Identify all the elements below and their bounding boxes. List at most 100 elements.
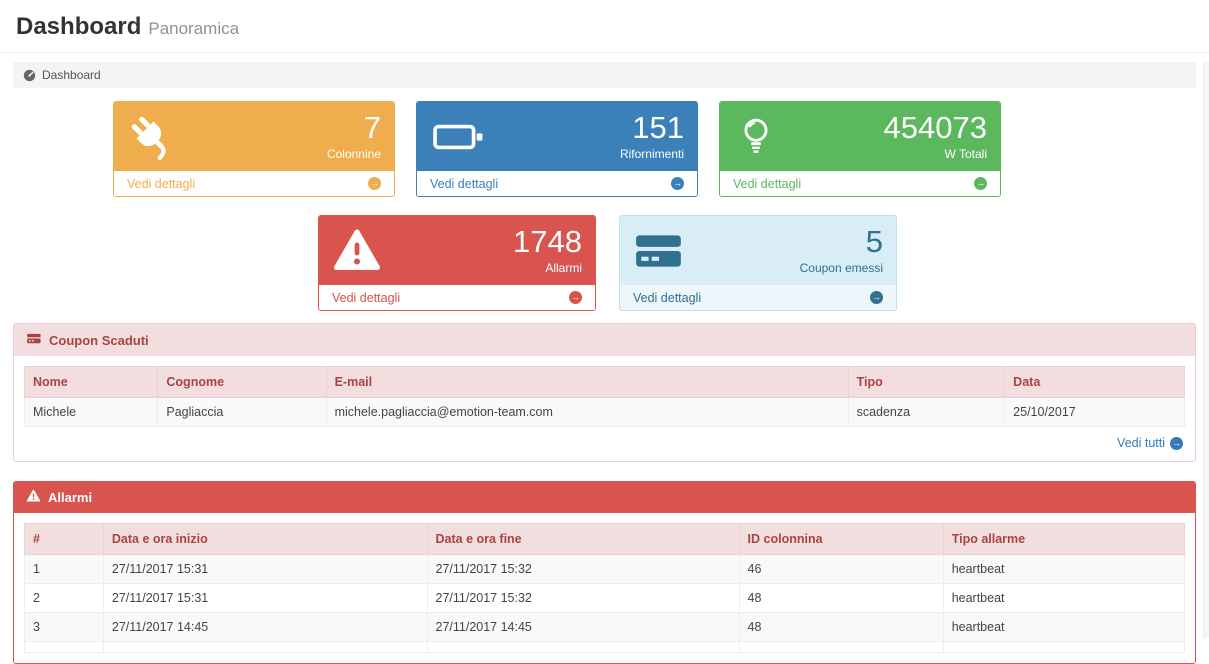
table-row: MichelePagliacciamichele.pagliaccia@emot… (25, 398, 1185, 427)
link-label: Vedi dettagli (127, 177, 195, 191)
table-cell: 46 (739, 555, 943, 584)
stat-label: Allarmi (513, 261, 582, 275)
page-title: Dashboard (16, 13, 141, 40)
info-box-body: 1748 Allarmi (319, 216, 595, 285)
table-cell: scadenza (848, 398, 1005, 427)
link-label: Vedi dettagli (332, 291, 400, 305)
table-cell: 3 (25, 613, 104, 642)
column-header: Data (1005, 367, 1185, 398)
page-scrollbar[interactable] (1203, 62, 1209, 638)
info-box-w-totali: 454073 W Totali Vedi dettagli → (719, 101, 1001, 197)
info-box-colonnine: 7 Colonnine Vedi dettagli → (113, 101, 395, 197)
table-cell (427, 642, 739, 653)
link-label: Vedi dettagli (633, 291, 701, 305)
info-box-coupon-emessi: 5 Coupon emessi Vedi dettagli → (619, 215, 897, 311)
info-box-body: 7 Colonnine (114, 102, 394, 171)
credit-card-icon (26, 331, 42, 349)
vedi-dettagli-link-allarmi[interactable]: Vedi dettagli → (319, 285, 595, 310)
stat-label: W Totali (884, 147, 987, 161)
table-cell: heartbeat (943, 555, 1184, 584)
table-cell: 27/11/2017 15:32 (427, 555, 739, 584)
stat-label: Coupon emessi (800, 261, 883, 275)
coupon-table: Nome Cognome E-mail Tipo Data MichelePag… (24, 366, 1185, 427)
table-cell: 2 (25, 584, 104, 613)
lightbulb-icon (733, 112, 779, 162)
alarms-table: # Data e ora inizio Data e ora fine ID c… (24, 523, 1185, 653)
table-header-row: # Data e ora inizio Data e ora fine ID c… (25, 524, 1185, 555)
coupon-panel-body: Nome Cognome E-mail Tipo Data MichelePag… (14, 356, 1195, 461)
link-label: Vedi dettagli (430, 177, 498, 191)
column-header: ID colonnina (739, 524, 943, 555)
table-cell: heartbeat (943, 613, 1184, 642)
arrow-circle-right-icon: → (1170, 437, 1183, 450)
column-header: Tipo (848, 367, 1005, 398)
column-header: Cognome (158, 367, 326, 398)
table-cell (103, 642, 427, 653)
link-label: Vedi tutti (1117, 436, 1165, 450)
vedi-dettagli-link-colonnine[interactable]: Vedi dettagli → (114, 171, 394, 196)
coupon-scaduti-panel: Coupon Scaduti Nome Cognome E-mail Tipo … (13, 323, 1196, 462)
stat-value: 454073 (884, 112, 987, 143)
table-cell (739, 642, 943, 653)
table-cell: heartbeat (943, 584, 1184, 613)
table-cell (943, 642, 1184, 653)
table-row: 227/11/2017 15:3127/11/2017 15:3248heart… (25, 584, 1185, 613)
arrow-circle-right-icon: → (671, 177, 684, 190)
link-label: Vedi dettagli (733, 177, 801, 191)
panel-title: Coupon Scaduti (49, 333, 149, 348)
warning-triangle-icon (332, 227, 382, 275)
column-header: Nome (25, 367, 158, 398)
table-cell: 27/11/2017 14:45 (427, 613, 739, 642)
coupon-panel-header: Coupon Scaduti (14, 324, 1195, 356)
info-box-body: 151 Rifornimenti (417, 102, 697, 171)
breadcrumb-item-dashboard: Dashboard (42, 68, 101, 82)
arrow-circle-right-icon: → (368, 177, 381, 190)
dashboard-gauge-icon (23, 69, 36, 82)
vedi-dettagli-link-w-totali[interactable]: Vedi dettagli → (720, 171, 1000, 196)
vedi-tutti-link[interactable]: Vedi tutti → (1117, 436, 1183, 450)
table-cell: michele.pagliaccia@emotion-team.com (326, 398, 848, 427)
info-box-body: 5 Coupon emessi (620, 216, 896, 285)
page-header: Dashboard Panoramica (0, 0, 1209, 53)
breadcrumb[interactable]: Dashboard (13, 62, 1196, 88)
column-header: Tipo allarme (943, 524, 1184, 555)
stat-label: Rifornimenti (620, 147, 684, 161)
allarmi-panel-header: Allarmi (14, 482, 1195, 513)
column-header: Data e ora inizio (103, 524, 427, 555)
stat-value: 5 (800, 226, 883, 257)
battery-icon (430, 112, 488, 162)
table-cell: 27/11/2017 15:32 (427, 584, 739, 613)
info-box-body: 454073 W Totali (720, 102, 1000, 171)
column-header: # (25, 524, 104, 555)
vedi-dettagli-link-coupon[interactable]: Vedi dettagli → (620, 285, 896, 310)
table-cell: 27/11/2017 14:45 (103, 613, 427, 642)
column-header: Data e ora fine (427, 524, 739, 555)
table-cell: 48 (739, 584, 943, 613)
table-cell (25, 642, 104, 653)
column-header: E-mail (326, 367, 848, 398)
info-box-allarmi: 1748 Allarmi Vedi dettagli → (318, 215, 596, 311)
stat-value: 151 (620, 112, 684, 143)
table-row-partial (25, 642, 1185, 653)
allarmi-panel: Allarmi # Data e ora inizio Data e ora f… (13, 481, 1196, 664)
table-cell: Michele (25, 398, 158, 427)
table-row: 327/11/2017 14:4527/11/2017 14:4548heart… (25, 613, 1185, 642)
allarmi-panel-body: # Data e ora inizio Data e ora fine ID c… (14, 513, 1195, 663)
page-subtitle: Panoramica (148, 19, 239, 38)
table-cell: 48 (739, 613, 943, 642)
stat-label: Colonnine (327, 147, 381, 161)
table-cell: 25/10/2017 (1005, 398, 1185, 427)
table-row: 127/11/2017 15:3127/11/2017 15:3246heart… (25, 555, 1185, 584)
arrow-circle-right-icon: → (870, 291, 883, 304)
warning-triangle-icon (26, 489, 41, 506)
stat-boxes-section: 7 Colonnine Vedi dettagli → 151 Rifornim… (0, 101, 1209, 311)
plug-icon (127, 112, 177, 162)
vedi-dettagli-link-rifornimenti[interactable]: Vedi dettagli → (417, 171, 697, 196)
arrow-circle-right-icon: → (974, 177, 987, 190)
stat-value: 7 (327, 112, 381, 143)
credit-card-icon (633, 226, 685, 276)
arrow-circle-right-icon: → (569, 291, 582, 304)
info-box-rifornimenti: 151 Rifornimenti Vedi dettagli → (416, 101, 698, 197)
table-cell: 27/11/2017 15:31 (103, 584, 427, 613)
panel-title: Allarmi (48, 490, 92, 505)
